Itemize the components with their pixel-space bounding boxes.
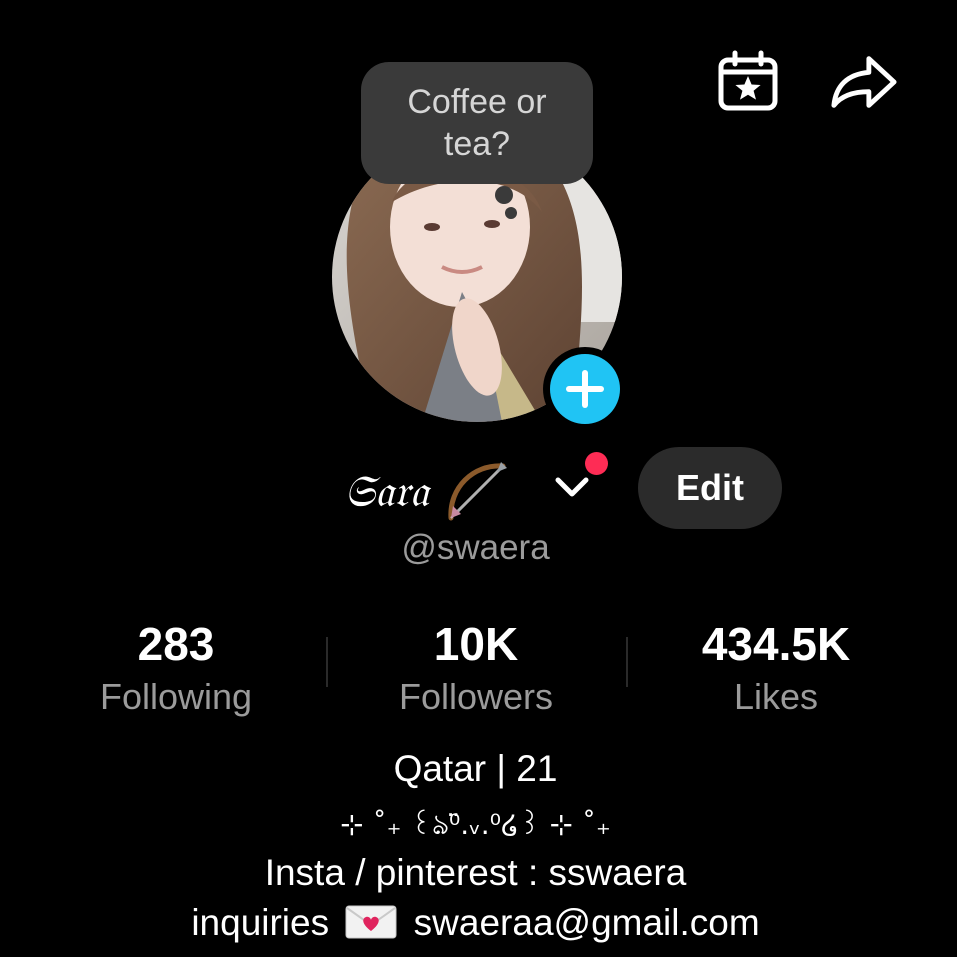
share-arrow-icon [831,56,897,108]
plus-icon [566,370,604,408]
likes-label: Likes [733,676,819,717]
inquiries-label: inquiries [191,902,330,943]
following-label: Following [99,676,253,717]
calendar-star-icon [718,50,778,111]
note-text: Coffee or tea? [407,83,547,163]
display-name: 𝔖𝔞𝔯𝔞 [344,465,429,517]
followers-count: 10K [433,618,519,670]
stat-following[interactable]: 283 Following [46,615,306,719]
inquiries-email[interactable]: swaeraa@gmail.com [414,902,760,943]
add-story-button[interactable] [543,347,627,431]
bio-line-decoration: ⊹ ˚₊ ꒰ঌ⁰̈.ᵥ.⁰໒꒱ ⊹ ˚₊ [340,808,611,841]
edit-profile-button[interactable]: Edit [638,447,782,529]
share-button[interactable] [830,48,898,116]
note-bubble-tail-dot [495,186,513,204]
bio-line-socials: Insta / pinterest : sswaera [264,852,687,893]
bio-line-location: Qatar | 21 [393,748,558,789]
profile-note-bubble[interactable]: Coffee or tea? [361,62,593,184]
calendar-star-button[interactable] [714,48,782,116]
bio-line-inquiries: inquiries swaeraa@gmail.com [0,902,951,944]
likes-count: 434.5K [701,618,851,670]
bow-and-arrow-icon [448,462,507,521]
notification-dot [585,452,608,475]
stats-divider [626,637,628,687]
stat-followers[interactable]: 10K Followers [346,615,606,719]
following-count: 283 [137,618,215,670]
name-row: 𝔖𝔞𝔯𝔞 [344,456,509,526]
stat-likes[interactable]: 434.5K Likes [646,615,906,719]
plus-icon-container [550,354,620,424]
username: @swaera [401,528,550,567]
love-letter-icon [345,905,397,939]
note-bubble-tail-dot-small [505,207,517,219]
stats-divider [326,637,328,687]
followers-label: Followers [398,676,554,717]
